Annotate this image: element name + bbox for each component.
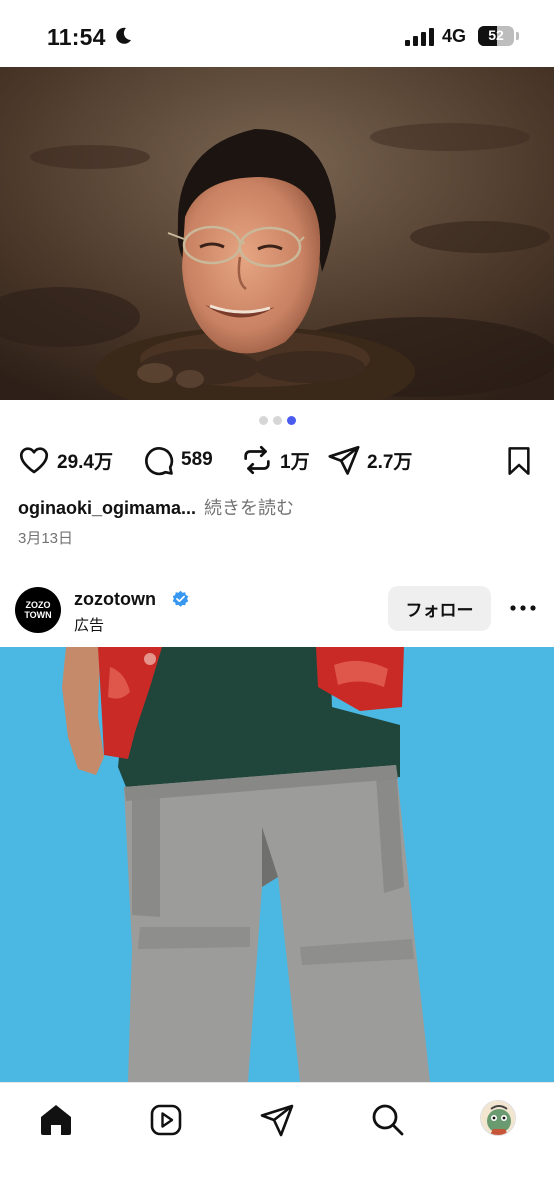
read-more-link[interactable]: 続きを読む (204, 498, 294, 518)
avatar-text-line1: ZOZO (25, 600, 51, 610)
like-button[interactable]: 29.4万 (17, 440, 113, 480)
post-photo (0, 67, 554, 400)
more-options-icon[interactable] (508, 598, 538, 618)
bookmark-icon[interactable] (503, 444, 535, 478)
reels-icon (150, 1104, 182, 1136)
post-caption: oginaoki_ogimama... 続きを読む (18, 494, 294, 520)
home-icon (41, 1105, 71, 1135)
repost-icon (244, 445, 270, 475)
signal-icon (405, 28, 434, 46)
verified-badge-icon (172, 590, 189, 607)
send-icon (260, 1104, 294, 1137)
post-action-bar: 29.4万 589 1万 2.7万 (0, 440, 554, 484)
comment-button[interactable]: 589 (141, 440, 213, 480)
like-count: 29.4万 (57, 451, 113, 473)
sponsored-label: 広告 (74, 617, 105, 634)
caption-username[interactable]: oginaoki_ogimama... (18, 498, 196, 518)
share-button[interactable]: 2.7万 (327, 440, 412, 480)
battery-icon: 52 (478, 26, 514, 46)
profile-avatar-image (481, 1101, 515, 1135)
carousel-indicator (0, 416, 554, 428)
nav-search[interactable] (368, 1100, 408, 1140)
comment-icon (144, 446, 174, 476)
instagram-feed-screen: 11:54 4G 52 29.4万 589 1万 2.7万 oginaoki_o… (0, 0, 554, 1200)
nav-reels[interactable] (146, 1100, 186, 1140)
post-date: 3月13日 (18, 530, 74, 547)
heart-icon (19, 447, 49, 474)
carousel-dot (287, 416, 296, 425)
follow-button[interactable]: フォロー (388, 586, 491, 631)
profile-avatar[interactable] (480, 1100, 516, 1136)
avatar-text-line2: TOWN (24, 610, 52, 620)
network-type: 4G (442, 26, 467, 46)
comment-count: 589 (181, 449, 213, 470)
status-time: 11:54 (47, 24, 106, 50)
ad-post-header: ZOZO TOWN zozotown 広告 フォロー (0, 575, 554, 645)
carousel-dot (259, 416, 268, 425)
ad-photo (0, 647, 554, 1082)
moon-icon (116, 27, 131, 44)
search-icon (372, 1104, 404, 1136)
repost-count: 1万 (280, 451, 310, 473)
carousel-dot (273, 416, 282, 425)
share-count: 2.7万 (367, 451, 413, 473)
ad-username[interactable]: zozotown (74, 589, 156, 610)
battery-level: 52 (488, 27, 504, 43)
status-bar: 11:54 4G 52 (0, 0, 554, 67)
avatar[interactable]: ZOZO TOWN (15, 587, 61, 633)
send-icon (328, 445, 360, 475)
post-image[interactable] (0, 67, 554, 400)
ad-image[interactable] (0, 647, 554, 1082)
repost-button[interactable]: 1万 (240, 440, 310, 480)
nav-home[interactable] (36, 1100, 76, 1140)
nav-messages[interactable] (257, 1100, 297, 1140)
bottom-navigation (0, 1082, 554, 1200)
battery-nub (516, 32, 519, 40)
